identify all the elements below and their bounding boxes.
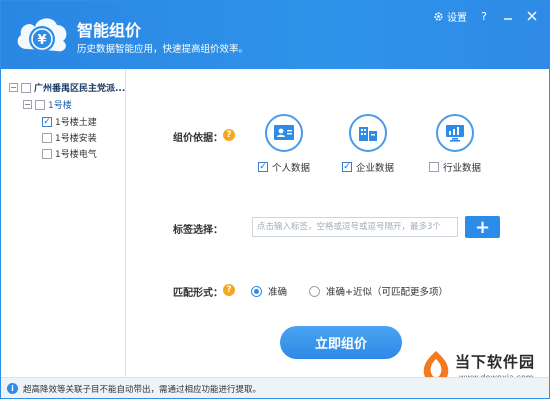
tree-item[interactable]: 1号楼安装 — [42, 131, 97, 144]
status-bar: i 超高降效等关联子目不能自动带出，需通过相应功能进行提取。 — [1, 377, 549, 398]
enterprise-data-checkbox[interactable]: ✓ — [341, 162, 352, 172]
svg-text:¥: ¥ — [37, 33, 46, 48]
info-icon: i — [7, 383, 18, 394]
tree-node-building[interactable]: − 1号楼 — [23, 98, 72, 111]
industry-data-label: 行业数据 — [442, 163, 481, 174]
tree-label-building: 1号楼 — [48, 101, 72, 111]
collapse-toggle-icon[interactable]: − — [9, 83, 18, 92]
match-approx-label: 准确+近似（可匹配更多项） — [326, 287, 448, 298]
app-window: ¥ 智能组价 历史数据智能应用，快速提高组价效率。 设置 ? − 广州番禺区民主… — [0, 0, 550, 399]
match-exact-option[interactable]: 准确 — [251, 284, 287, 298]
minimize-button[interactable] — [501, 9, 515, 23]
tree-checkbox-item[interactable] — [42, 132, 52, 143]
personal-data-checkbox[interactable]: ✓ — [257, 162, 268, 172]
add-tag-button[interactable]: + — [465, 216, 500, 238]
settings-label: 设置 — [447, 12, 467, 24]
enterprise-data-label: 企业数据 — [355, 163, 394, 174]
tree-node-root[interactable]: − 广州番禺区民主党派... — [9, 81, 125, 94]
project-tree-panel: − 广州番禺区民主党派... − 1号楼 ✓ 1号楼土建 1号楼安装 1号楼电气 — [1, 69, 126, 377]
personal-data-icon[interactable] — [265, 114, 303, 152]
personal-data-option[interactable]: ✓ 个人数据 — [249, 114, 319, 174]
tree-item[interactable]: 1号楼电气 — [42, 147, 97, 160]
tree-checkbox-root[interactable] — [21, 82, 31, 93]
gear-icon — [434, 11, 443, 21]
enterprise-data-icon[interactable] — [349, 114, 387, 152]
minimize-icon — [504, 18, 512, 20]
match-label: 匹配形式： — [173, 288, 223, 299]
match-approx-radio[interactable] — [309, 285, 320, 297]
enterprise-data-option[interactable]: ✓ 企业数据 — [333, 114, 403, 174]
tree-item-label: 1号楼电气 — [55, 150, 97, 160]
tree-checkbox-item[interactable]: ✓ — [42, 116, 52, 127]
personal-data-label: 个人数据 — [271, 163, 310, 174]
header-bar: ¥ 智能组价 历史数据智能应用，快速提高组价效率。 设置 ? — [1, 1, 549, 69]
collapse-toggle-icon[interactable]: − — [23, 100, 32, 109]
start-pricing-button[interactable]: 立即组价 — [280, 326, 402, 359]
cloud-yuan-logo-icon: ¥ — [17, 18, 67, 52]
tree-checkbox-item[interactable] — [42, 148, 52, 159]
help-icon[interactable]: ? — [223, 284, 235, 296]
tree-label-root: 广州番禺区民主党派... — [34, 84, 126, 94]
tree-item[interactable]: ✓ 1号楼土建 — [42, 115, 97, 128]
match-approx-option[interactable]: 准确+近似（可匹配更多项） — [309, 284, 448, 298]
match-exact-radio[interactable] — [251, 285, 262, 297]
tags-label: 标签选择： — [173, 225, 223, 236]
tag-input[interactable] — [252, 217, 458, 237]
close-button[interactable] — [525, 9, 539, 23]
tree-item-label: 1号楼安装 — [55, 134, 97, 144]
industry-data-icon[interactable] — [436, 114, 474, 152]
tree-checkbox-building[interactable] — [35, 99, 45, 110]
settings-button[interactable]: 设置 — [433, 9, 467, 24]
app-title: 智能组价 — [77, 21, 142, 40]
close-icon — [527, 11, 537, 21]
tree-item-label: 1号楼土建 — [55, 118, 97, 128]
industry-data-option[interactable]: 行业数据 — [420, 114, 490, 174]
status-text: 超高降效等关联子目不能自动带出，需通过相应功能进行提取。 — [23, 384, 262, 395]
app-subtitle: 历史数据智能应用，快速提高组价效率。 — [77, 44, 249, 55]
window-controls: 设置 ? — [433, 8, 539, 24]
help-button[interactable]: ? — [477, 9, 491, 23]
watermark-title: 当下软件园 — [455, 353, 536, 371]
help-icon[interactable]: ? — [223, 129, 235, 141]
industry-data-checkbox[interactable] — [428, 162, 439, 172]
basis-label: 组价依据： — [173, 133, 223, 144]
match-exact-label: 准确 — [268, 287, 288, 298]
